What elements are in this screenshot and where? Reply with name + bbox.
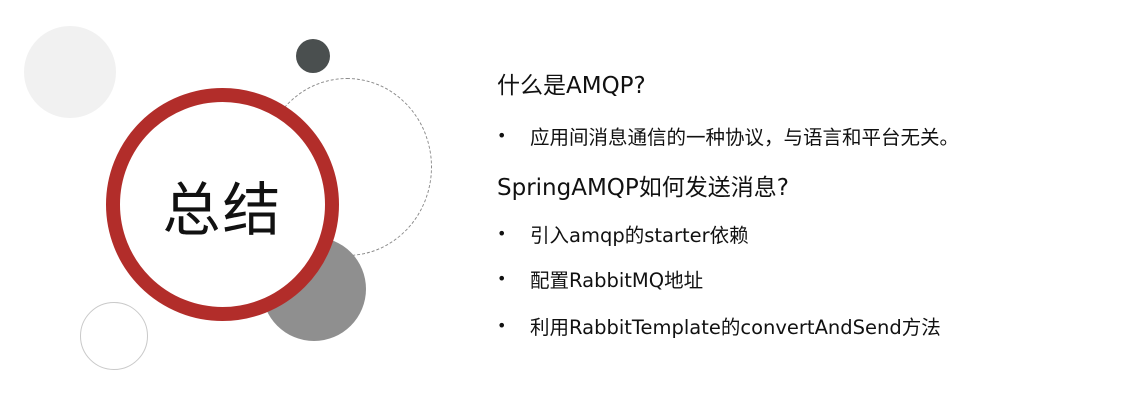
bullet-item: • 利用RabbitTemplate的convertAndSend方法 (497, 311, 941, 340)
decorative-outline-circle (80, 302, 148, 370)
bullet-text: 配置RabbitMQ地址 (530, 269, 704, 292)
slide-title: 总结 (162, 175, 283, 244)
bullet-item: • 引入amqp的starter依赖 (497, 219, 749, 248)
bullet-text: 利用RabbitTemplate的convertAndSend方法 (530, 316, 941, 339)
decorative-light-circle (24, 26, 116, 118)
decorative-dark-dot (296, 39, 330, 73)
bullet-item: • 配置RabbitMQ地址 (497, 264, 703, 293)
summary-badge: 总结 (106, 88, 339, 321)
bullet-dot-icon: • (497, 268, 507, 288)
bullet-dot-icon: • (497, 125, 507, 145)
section-heading-springamqp: SpringAMQP如何发送消息? (497, 175, 789, 201)
bullet-item: • 应用间消息通信的一种协议，与语言和平台无关。 (497, 121, 959, 150)
bullet-dot-icon: • (497, 315, 507, 335)
bullet-text: 应用间消息通信的一种协议，与语言和平台无关。 (530, 126, 960, 149)
bullet-text: 引入amqp的starter依赖 (530, 224, 749, 247)
bullet-dot-icon: • (497, 223, 507, 243)
section-heading-amqp: 什么是AMQP? (497, 73, 646, 99)
